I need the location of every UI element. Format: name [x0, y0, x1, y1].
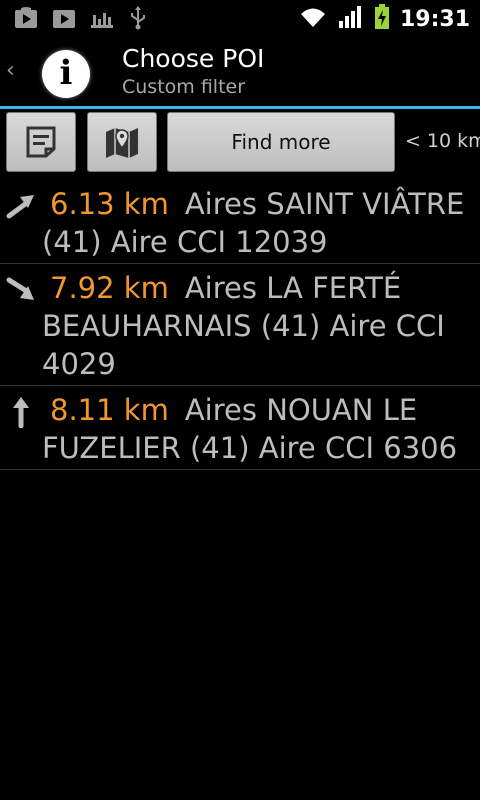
radius-label: < 10 km [405, 130, 480, 152]
poi-list: 6.13 km Aires SAINT VIÂTRE (41) Aire CCI … [0, 180, 480, 470]
poi-distance: 8.11 km [50, 393, 169, 427]
info-icon[interactable]: i [42, 50, 90, 98]
list-item[interactable]: 7.92 km Aires LA FERTÉ BEAUHARNAIS (41) A… [0, 264, 480, 386]
find-more-button[interactable]: Find more [167, 112, 395, 172]
arrow-northeast-icon [6, 190, 36, 229]
page-title: Choose POI [122, 44, 265, 73]
arrow-north-icon [6, 396, 36, 437]
wifi-icon [298, 5, 328, 33]
toolbar: Find more < 10 km [0, 110, 480, 178]
list-item[interactable]: 6.13 km Aires SAINT VIÂTRE (41) Aire CCI … [0, 180, 480, 264]
poi-distance: 7.92 km [50, 271, 169, 305]
action-bar-divider [0, 106, 480, 109]
list-item[interactable]: 8.11 km Aires NOUAN LE FUZELIER (41) Aire… [0, 386, 480, 470]
chevron-left-icon[interactable]: ‹ [6, 58, 15, 83]
action-bar: ‹ i Choose POI Custom filter [0, 38, 480, 106]
chart-icon [90, 7, 114, 29]
notes-button[interactable] [6, 112, 76, 172]
usb-icon [128, 6, 148, 30]
play-icon [52, 7, 76, 29]
play-store-icon [14, 7, 38, 29]
page-subtitle: Custom filter [122, 76, 246, 98]
map-button[interactable] [87, 112, 157, 172]
arrow-southeast-icon [6, 274, 36, 313]
signal-icon [338, 5, 364, 33]
clock: 19:31 [399, 6, 470, 32]
poi-distance: 6.13 km [50, 187, 169, 221]
battery-charging-icon [374, 4, 390, 34]
status-bar: 19:31 [0, 0, 480, 38]
